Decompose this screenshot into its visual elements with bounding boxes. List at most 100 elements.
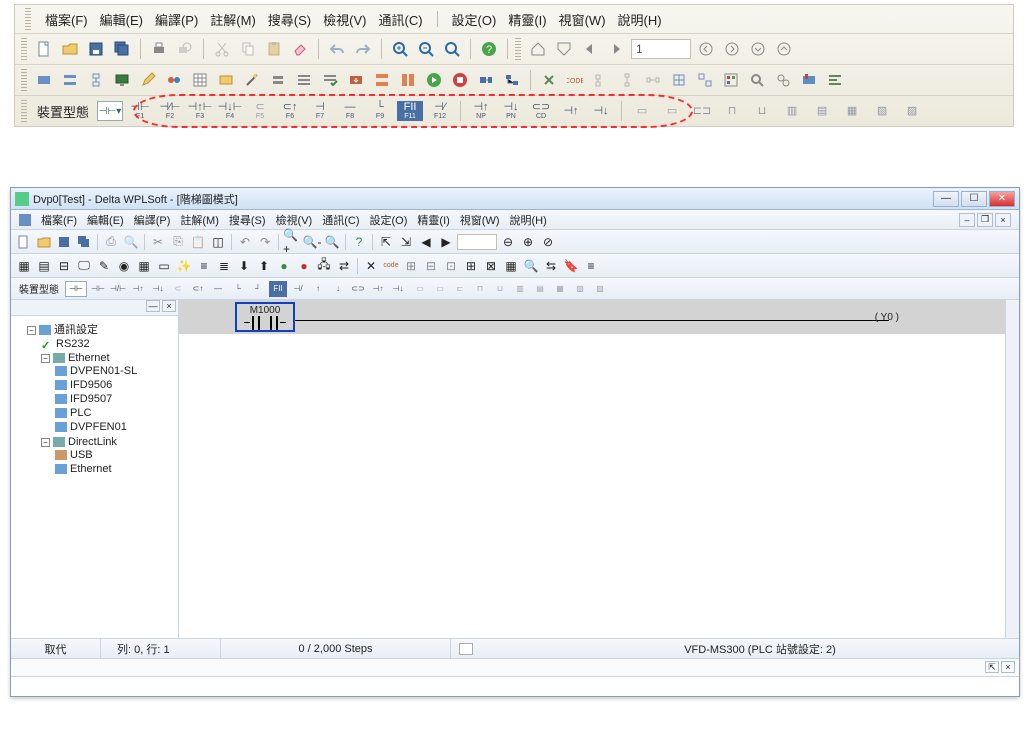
ladder-output[interactable]: ( Y0 ) xyxy=(875,312,899,323)
compare-icon[interactable] xyxy=(397,69,419,91)
l-menu-search[interactable]: 搜尋(S) xyxy=(229,212,266,228)
l-fk-f6[interactable]: ⊂↑ xyxy=(189,281,207,297)
output-close-button[interactable]: × xyxy=(1001,661,1015,673)
undo-icon[interactable] xyxy=(326,38,348,60)
mdi-minimize-button[interactable]: – xyxy=(959,213,975,227)
wand-icon[interactable] xyxy=(241,69,263,91)
menu-options[interactable]: 設定(O) xyxy=(452,10,497,29)
tree-eth-4[interactable]: DVPFEN01 xyxy=(55,420,176,434)
l-menu-window[interactable]: 視窗(W) xyxy=(460,212,500,228)
mdi-restore-button[interactable]: ❐ xyxy=(977,213,993,227)
fkey-f7[interactable]: ⊣ F7 xyxy=(307,101,333,121)
l-fk-f3[interactable]: ⊣↑ xyxy=(129,281,147,297)
l2-stop-icon[interactable]: ● xyxy=(295,257,313,275)
device-type-dropdown[interactable]: ⊣⊢▾ xyxy=(97,101,123,121)
tree-pin-button[interactable]: — xyxy=(146,300,160,312)
l-copy-icon[interactable]: ⎘ xyxy=(169,233,187,251)
tree-eth-3[interactable]: PLC xyxy=(55,406,176,420)
l2-sfc-icon[interactable]: ⊟ xyxy=(55,257,73,275)
fkey-f3[interactable]: ⊣↑⊢F3 xyxy=(187,101,213,121)
l-menu-edit[interactable]: 編輯(E) xyxy=(87,212,124,228)
l-help-icon[interactable]: ? xyxy=(350,233,368,251)
find-replace-icon[interactable] xyxy=(772,69,794,91)
l-undo-icon[interactable]: ↶ xyxy=(236,233,254,251)
online-icon[interactable] xyxy=(475,69,497,91)
help-icon[interactable]: ? xyxy=(478,38,500,60)
fkey-f5[interactable]: ⊂F5 xyxy=(247,101,273,121)
l2-inst-icon[interactable]: ▤ xyxy=(35,257,53,275)
l2-cmp-icon[interactable]: ≡ xyxy=(195,257,213,275)
l-fk-f4[interactable]: ⊣↓ xyxy=(149,281,167,297)
stop-icon[interactable] xyxy=(449,69,471,91)
l-fk-e2[interactable]: ⊣↓ xyxy=(389,281,407,297)
fkey-f2[interactable]: ⊣⁄⊢F2 xyxy=(157,101,183,121)
l-nav-prev-icon[interactable]: ⊖ xyxy=(499,233,517,251)
tree-eth-0[interactable]: DVPEN01-SL xyxy=(55,364,176,378)
l-fk-f9[interactable]: ┘ xyxy=(249,281,267,297)
cut-icon[interactable] xyxy=(211,38,233,60)
tree-eth-1[interactable]: IFD9506 xyxy=(55,378,176,392)
l2-s1-icon[interactable]: ⊞ xyxy=(402,257,420,275)
ladder-editor[interactable]: M1000 ( Y0 ) xyxy=(179,300,1019,638)
download-icon[interactable] xyxy=(345,69,367,91)
bookmark-icon[interactable] xyxy=(798,69,820,91)
l-step-input[interactable] xyxy=(457,234,497,250)
l2-edit-icon[interactable]: ✎ xyxy=(95,257,113,275)
l2-cmp2-icon[interactable]: ≣ xyxy=(215,257,233,275)
l-fk-pn[interactable]: ↓ xyxy=(329,281,347,297)
save-icon[interactable] xyxy=(85,38,107,60)
menu-window[interactable]: 視窗(W) xyxy=(559,10,606,29)
l2-run-icon[interactable]: ● xyxy=(275,257,293,275)
minimize-button[interactable]: — xyxy=(933,191,959,207)
palette-icon[interactable] xyxy=(720,69,742,91)
compile-check-icon[interactable] xyxy=(319,69,341,91)
memory-icon[interactable] xyxy=(215,69,237,91)
menu-comment[interactable]: 註解(M) xyxy=(210,10,256,29)
l-zoomout-icon[interactable]: 🔍- xyxy=(303,233,321,251)
tree-ethernet[interactable]: −Ethernet DVPEN01-SL IFD9506 IFD9507 PLC… xyxy=(41,351,176,435)
l-zoomin-icon[interactable]: 🔍+ xyxy=(283,233,301,251)
l-open-icon[interactable] xyxy=(35,233,53,251)
end-icon[interactable] xyxy=(553,38,575,60)
align-icon[interactable] xyxy=(824,69,846,91)
l-fk-f2[interactable]: ⊣/⊢ xyxy=(109,281,127,297)
edit-mode-icon[interactable] xyxy=(137,69,159,91)
l-print-icon[interactable]: ⎙ xyxy=(102,233,120,251)
l2-code-icon[interactable]: code xyxy=(382,257,400,275)
l2-align-icon[interactable]: ≡ xyxy=(582,257,600,275)
l-menu-file[interactable]: 檔案(F) xyxy=(41,212,77,228)
fkey-f4[interactable]: ⊣↓⊢F4 xyxy=(217,101,243,121)
tree-dl-usb[interactable]: USB xyxy=(55,448,176,462)
l-menu-view[interactable]: 檢視(V) xyxy=(276,212,313,228)
step-prev-icon[interactable] xyxy=(579,38,601,60)
l-fk-e1[interactable]: ⊣↑ xyxy=(369,281,387,297)
collapse-icon[interactable]: − xyxy=(41,354,50,363)
sfc-view-icon[interactable] xyxy=(85,69,107,91)
nav-up-icon[interactable] xyxy=(773,38,795,60)
ladder-view-icon[interactable] xyxy=(33,69,55,91)
l-menu-compile[interactable]: 編譯(P) xyxy=(134,212,171,228)
fkey-f8[interactable]: —F8 xyxy=(337,101,363,121)
home-icon[interactable] xyxy=(527,38,549,60)
l-save-icon[interactable] xyxy=(55,233,73,251)
step-next-icon[interactable] xyxy=(605,38,627,60)
open-file-icon[interactable] xyxy=(59,38,81,60)
code-icon[interactable]: CODE xyxy=(564,69,586,91)
menu-search[interactable]: 搜尋(S) xyxy=(268,10,311,29)
l-new-icon[interactable] xyxy=(15,233,33,251)
l2-online-icon[interactable]: 🖧 xyxy=(315,257,333,275)
l2-bm-icon[interactable]: 🔖 xyxy=(562,257,580,275)
l-fk-f7[interactable]: — xyxy=(209,281,227,297)
l-nav-next-icon[interactable]: ⊕ xyxy=(519,233,537,251)
find-icon[interactable] xyxy=(746,69,768,91)
monitor-icon[interactable] xyxy=(111,69,133,91)
zoom-in-icon[interactable] xyxy=(389,38,411,60)
fkey-f12[interactable]: ⊣⁄F12 xyxy=(427,101,453,121)
zoom-out-icon[interactable] xyxy=(415,38,437,60)
nav-prev-icon[interactable] xyxy=(695,38,717,60)
fkey-f11[interactable]: FIIF11 xyxy=(397,101,423,121)
fkey-extra2[interactable]: ⊣↓ xyxy=(588,101,614,121)
structure-2-icon[interactable] xyxy=(616,69,638,91)
network-icon[interactable] xyxy=(501,69,523,91)
fkey-extra1[interactable]: ⊣↑ xyxy=(558,101,584,121)
